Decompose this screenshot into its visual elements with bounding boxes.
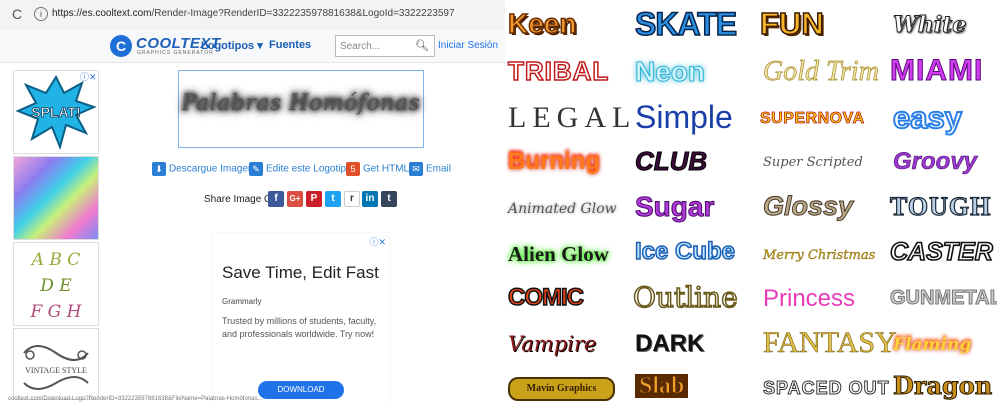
style-glossy[interactable]: Glossy <box>762 192 853 220</box>
url-host: https://es.cooltext.com <box>52 8 152 19</box>
style-princess[interactable]: Princess <box>763 287 855 311</box>
search-placeholder: Search... <box>340 41 381 52</box>
logo-mark-icon: C <box>110 35 132 57</box>
google-plus-icon[interactable]: G+ <box>287 191 303 207</box>
style-tough[interactable]: TOUGH <box>889 193 991 220</box>
style-flaming[interactable]: Flaming <box>893 337 971 354</box>
ad-body: Trusted by millions of students, faculty… <box>222 316 377 339</box>
url-path: /Render-Image?RenderID=332223597881638&L… <box>151 8 455 19</box>
style-dragon[interactable]: Dragon <box>892 373 992 398</box>
facebook-icon[interactable]: f <box>268 191 284 207</box>
style-mavin[interactable]: Mavin Graphics <box>508 377 615 401</box>
preview-text: Palabras Homófonas <box>181 91 421 116</box>
style-burning[interactable]: Burning <box>508 150 600 174</box>
logo-preview: Palabras Homófonas <box>178 70 424 148</box>
style-alien-glow[interactable]: Alien Glow <box>508 244 609 265</box>
style-gold-trim[interactable]: Gold Trim <box>763 57 880 86</box>
download-image-link[interactable]: ⬇ Descargue Imagen <box>152 162 254 176</box>
ad-download-button[interactable]: DOWNLOAD <box>258 381 344 399</box>
twitter-icon[interactable]: t <box>325 191 341 207</box>
font-style-gallery: Keen SKATE FUN White TRIBAL Neon Gold Tr… <box>505 0 997 405</box>
style-slab[interactable]: Slab <box>635 374 689 399</box>
style-animated-glow[interactable]: Animated Glow <box>508 202 617 216</box>
style-spaced-out[interactable]: SPACED OUT <box>763 379 890 398</box>
style-groovy[interactable]: Groovy <box>893 149 978 174</box>
edit-logo-link[interactable]: ✎ Edite este Logotipo <box>249 162 352 176</box>
style-gunmetal[interactable]: GUNMETAL <box>890 288 997 309</box>
ad-thumb-psychedelic[interactable] <box>13 156 99 240</box>
style-keen[interactable]: Keen <box>507 9 577 39</box>
grammarly-ad[interactable]: ⓘ✕ Save Time, Edit Fast Grammarly Truste… <box>213 233 390 405</box>
email-icon: ✉ <box>409 162 423 176</box>
style-vampire[interactable]: Vampire <box>508 334 596 355</box>
splat-text: SPLAT! <box>31 104 81 120</box>
reddit-icon[interactable]: r <box>344 191 360 207</box>
pinterest-icon[interactable]: P <box>306 191 322 207</box>
ad-brand: Grammarly <box>222 297 262 306</box>
email-label: Email <box>426 163 452 175</box>
nav-fuentes[interactable]: Fuentes <box>269 39 311 51</box>
style-simple[interactable]: Simple <box>635 101 733 133</box>
style-supernova[interactable]: SUPERNOVA <box>760 110 865 127</box>
edit-icon: ✎ <box>249 162 263 176</box>
html-label: Get HTML <box>363 163 410 175</box>
download-label: Descargue Imagen <box>169 163 254 175</box>
tumblr-icon[interactable]: t <box>381 191 397 207</box>
style-fun[interactable]: FUN <box>759 7 824 40</box>
get-html-link[interactable]: 5 Get HTML <box>346 162 409 176</box>
edit-label: Edite este Logotipo <box>266 163 352 175</box>
ad-thumb-abc[interactable]: A B C D E F G H <box>13 242 99 326</box>
style-super-scripted[interactable]: Super Scripted <box>763 156 863 169</box>
share-label: Share Image On <box>204 194 278 205</box>
style-outline[interactable]: Outline <box>632 283 738 313</box>
ad-thumb-vintage[interactable]: VINTAGE STYLE <box>13 328 99 400</box>
style-miami[interactable]: MIAMI <box>889 55 983 86</box>
style-legal[interactable]: LEGAL <box>508 103 636 133</box>
style-dark[interactable]: DARK <box>635 332 704 356</box>
linkedin-icon[interactable]: in <box>362 191 378 207</box>
html5-icon: 5 <box>346 162 360 176</box>
nav-logotipos[interactable]: Logotipos ▾ <box>201 39 263 52</box>
style-club[interactable]: CLUB <box>634 148 707 175</box>
abc-line-1: A B C <box>30 250 81 270</box>
style-caster[interactable]: CASTER <box>889 239 993 266</box>
info-icon[interactable]: i <box>34 7 48 21</box>
ad-close-icon[interactable]: ⓘ✕ <box>369 235 386 248</box>
site-header: C COOLTEXT GRAPHICS GENERATOR Logotipos … <box>0 30 505 63</box>
style-sugar[interactable]: Sugar <box>634 192 714 221</box>
abc-line-2: D E <box>39 276 72 296</box>
style-neon[interactable]: Neon <box>635 57 706 86</box>
search-icon[interactable]: 🔍︎ <box>415 39 429 52</box>
status-bar-text: cooltext.com/Download-Logo?RenderID=3322… <box>8 396 263 402</box>
url-text[interactable]: https://es.cooltext.com/Render-Image?Ren… <box>52 8 455 19</box>
search-input[interactable]: Search... 🔍︎ <box>335 35 435 57</box>
vintage-text: VINTAGE STYLE <box>25 366 87 375</box>
abc-line-3: F G H <box>29 302 82 322</box>
reload-icon[interactable]: C <box>12 6 22 22</box>
signin-link[interactable]: Iniciar Sesión <box>438 40 498 51</box>
style-comic[interactable]: COMIC <box>507 285 585 311</box>
style-easy[interactable]: easy <box>892 101 963 134</box>
style-fantasy[interactable]: FANTASY <box>763 327 897 358</box>
style-merry-christmas[interactable]: Merry Christmas <box>763 249 876 262</box>
splat-graphic: SPLAT! <box>15 74 97 151</box>
style-ice-cube[interactable]: Ice Cube <box>634 239 736 265</box>
style-white[interactable]: White <box>892 14 966 37</box>
ad-headline: Save Time, Edit Fast <box>222 263 379 282</box>
email-link[interactable]: ✉ Email <box>409 162 451 176</box>
browser-window: C i https://es.cooltext.com/Render-Image… <box>0 0 505 405</box>
ad-info-close-icon[interactable]: ⓘ✕ <box>80 70 97 83</box>
vintage-graphic: VINTAGE STYLE <box>23 345 89 390</box>
address-bar[interactable]: C i https://es.cooltext.com/Render-Image… <box>0 0 505 31</box>
style-tribal[interactable]: TRIBAL <box>507 57 609 85</box>
abc-graphic: A B C D E F G H <box>29 250 82 322</box>
download-icon: ⬇ <box>152 162 166 176</box>
style-skate[interactable]: SKATE <box>634 7 738 41</box>
